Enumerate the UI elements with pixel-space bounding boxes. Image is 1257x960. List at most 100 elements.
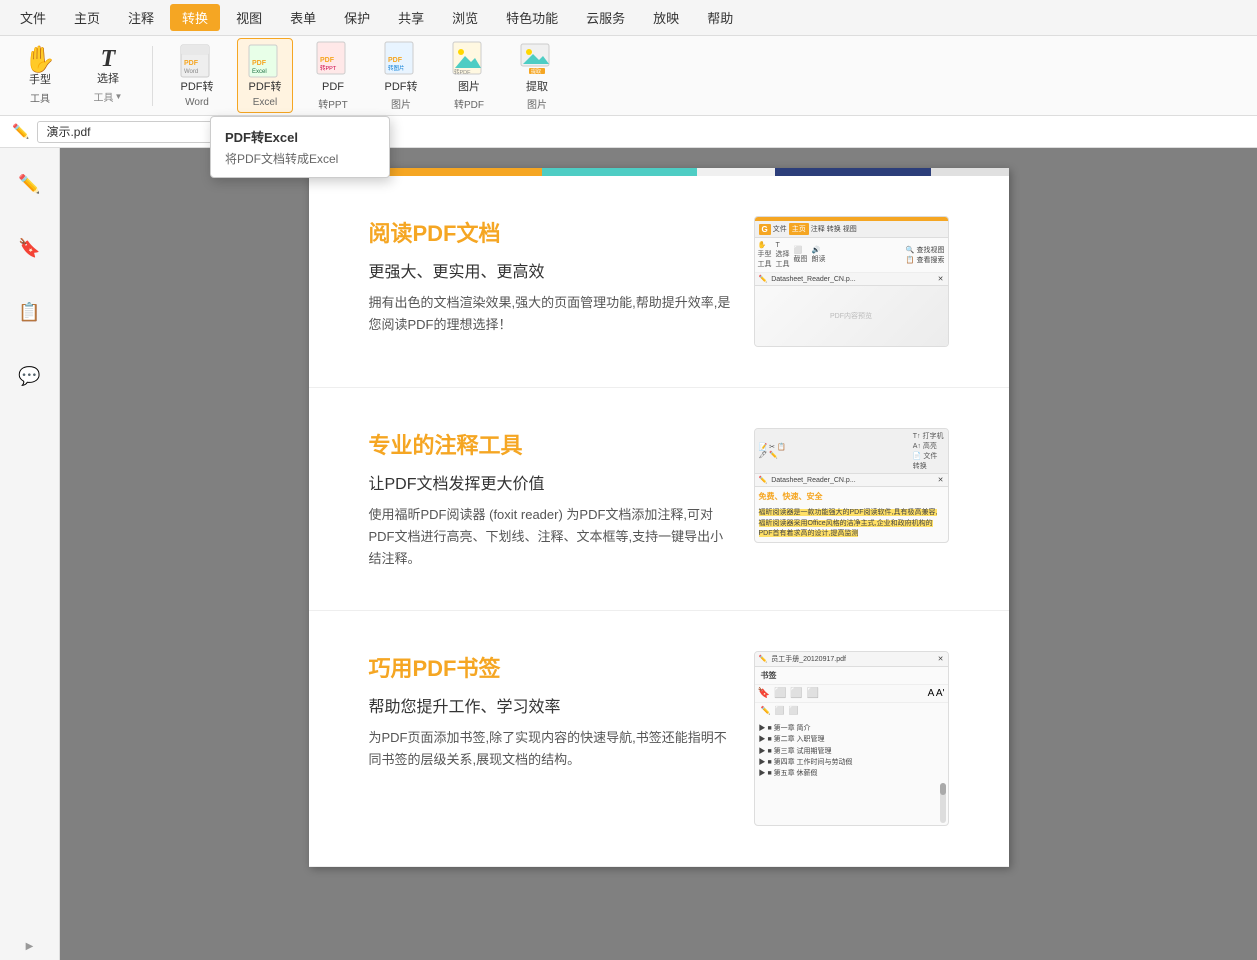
preview3-close-icon: ✕ [938,655,944,663]
bm-icon3: ⬜ [790,688,802,699]
preview2-badge: 免费、快速、安全 [755,487,948,506]
pdf-word-label: PDF转 [181,81,214,94]
extract-image-button[interactable]: 提取 提取 图片 [509,36,565,115]
pdf-to-ppt-button[interactable]: PDF 转PPT PDF 转PPT [305,36,361,115]
svg-text:提取: 提取 [531,68,541,75]
svg-text:转PPT: 转PPT [320,64,337,72]
sidebar-collapse-arrow[interactable]: ▶ [26,941,34,952]
bm-item-1: ▶ ■ 第一章 简介 [759,723,944,734]
preview2-highlight: 福昕阅读器是一款功能强大的PDF阅读软件,具有极高兼容,福昕阅读器采用Offic… [759,509,938,537]
pdf-to-excel-button[interactable]: PDF Excel PDF转 Excel [237,38,293,112]
bm-icon2: ⬜ [774,688,786,699]
preview2-pencil-icon: ✏️ [759,476,768,484]
sidebar-edit-btn[interactable]: ✏️ [6,160,54,208]
preview-read-placeholder: PDF内容预览 [830,311,872,321]
preview-find: 🔍 查找视图📋 查看搜索 [906,245,945,265]
preview2-content: 福昕阅读器是一款功能强大的PDF阅读软件,具有极高兼容,福昕阅读器采用Offic… [755,506,948,542]
pdf-color-bar [309,168,1009,176]
sidebar-bookmark-btn[interactable]: 🔖 [6,224,54,272]
preview3-pencil-icon: ✏️ [759,655,768,663]
preview2-filename: Datasheet_Reader_CN.p... [771,477,855,484]
preview3-bookmark-tree: ▶ ■ 第一章 简介 ▶ ■ 第二章 入职管理 ▶ ■ 第三章 试用期管理 ▶ … [755,721,948,781]
menu-features[interactable]: 特色功能 [494,4,570,31]
preview-screenshot: ⬜截图 [794,246,808,264]
hand-tool-label: 手型 [29,74,51,87]
preview-annotate: 📝 ✂ 📋🖊 ✏️ T↑ 打字机A↑ 高亮📄 文件转换 ✏️ Datasheet… [754,428,949,543]
menu-protect[interactable]: 保护 [332,4,382,31]
pdf-to-image-button[interactable]: PDF 转图片 PDF转 图片 [373,36,429,115]
bookmark-body: 为PDF页面添加书签,除了实现内容的快速导航,书签还能指明不同书签的层级关系,展… [369,727,734,771]
section-annotate-text: 专业的注释工具 让PDF文档发挥更大价值 使用福昕PDF阅读器 (foxit r… [369,428,734,570]
read-title: 阅读PDF文档 [369,216,734,248]
preview3-sidebar-icons: ✏️ ⬜ ⬜ [761,706,942,715]
preview-filename: Datasheet_Reader_CN.p... [771,276,855,283]
bm-icon4: ⬜ [807,688,819,699]
image-pdf-sub: 转PDF [454,96,484,111]
select-tool-button[interactable]: T 选择 工具 ▼ [80,43,136,107]
select-dropdown[interactable]: 工具 ▼ [94,89,123,104]
bm-item-2: ▶ ■ 第二章 入职管理 [759,734,944,745]
select-tool-label: 选择 [97,73,119,86]
toolbar: ✋ 手型 工具 T 选择 工具 ▼ PDF Word PDF转 Word PDF… [0,36,1257,116]
svg-text:PDF: PDF [184,60,199,67]
annotate-body: 使用福昕PDF阅读器 (foxit reader) 为PDF文档添加注释,可对P… [369,504,734,570]
menu-view[interactable]: 视图 [224,4,274,31]
preview2-right: T↑ 打字机A↑ 高亮📄 文件转换 [913,431,944,471]
bookmark-title: 巧用PDF书签 [369,651,734,683]
menu-convert[interactable]: 转换 [170,4,220,31]
sidebar-pages-btn[interactable]: 📋 [6,288,54,336]
annotate-subtitle: 让PDF文档发挥更大价值 [369,470,734,494]
foxit-logo: G [759,224,771,235]
pdf-image-label: PDF转 [385,81,418,94]
select-icon: T [101,47,116,71]
menu-annotate[interactable]: 注释 [116,4,166,31]
svg-text:转PDF: 转PDF [454,68,471,76]
preview-pencil-icon: ✏️ [759,275,768,283]
preview-view-menu: 视图 [843,224,857,234]
image-to-pdf-button[interactable]: 转PDF 图片 转PDF [441,36,497,115]
preview-annot-menu: 注释 [811,224,825,234]
bm-icon1: 🔖 [758,688,770,699]
menu-present[interactable]: 放映 [641,4,691,31]
preview3-filename: 员工手册_20120917.pdf [771,654,846,664]
menu-form[interactable]: 表单 [278,4,328,31]
menu-share[interactable]: 共享 [386,4,436,31]
bm-sidebar-icon3: ⬜ [788,706,798,715]
pdf-image-icon: PDF 转图片 [383,40,419,79]
svg-text:PDF: PDF [320,57,335,64]
menu-help[interactable]: 帮助 [695,4,745,31]
color-teal [542,168,698,176]
extract-image-icon: 提取 [519,40,555,79]
toolbar-sep-1 [152,46,153,106]
preview-file-menu: 文件 [773,224,787,234]
preview3-scrollbar-track [940,783,946,823]
menu-home[interactable]: 主页 [62,4,112,31]
color-gray [931,168,1009,176]
menu-file[interactable]: 文件 [8,4,58,31]
hand-icon: ✋ [24,46,56,72]
pdf-word-svg: PDF Word [179,43,215,79]
svg-text:PDF: PDF [388,57,403,64]
preview2-filename-bar: ✏️ Datasheet_Reader_CN.p... ✕ [755,474,948,487]
color-navy [775,168,931,176]
sidebar-comment-btn[interactable]: 💬 [6,352,54,400]
preview-right-tools: 🔍 查找视图📋 查看搜索 [906,245,945,265]
hand-tool-button[interactable]: ✋ 手型 工具 [12,42,68,108]
content-area: 阅读PDF文档 更强大、更实用、更高效 拥有出色的文档渲染效果,强大的页面管理功… [60,148,1257,960]
image-pdf-svg: 转PDF [451,40,487,76]
pdf-excel-tooltip: PDF转Excel 将PDF文档转成Excel [210,116,390,178]
preview3-sidebar-row: ✏️ ⬜ ⬜ [755,703,948,721]
menu-browse[interactable]: 浏览 [440,4,490,31]
menu-cloud[interactable]: 云服务 [574,4,637,31]
section-bookmark-text: 巧用PDF书签 帮助您提升工作、学习效率 为PDF页面添加书签,除了实现内容的快… [369,651,734,771]
pdf-section-bookmark: 巧用PDF书签 帮助您提升工作、学习效率 为PDF页面添加书签,除了实现内容的快… [309,611,1009,867]
section-bookmark-inner: 巧用PDF书签 帮助您提升工作、学习效率 为PDF页面添加书签,除了实现内容的快… [369,651,949,826]
edit-icon: ✏️ [12,123,29,140]
bm-item-3: ▶ ■ 第三章 试用期管理 [759,746,944,757]
preview3-scrollbar [755,781,948,825]
section-read-inner: 阅读PDF文档 更强大、更实用、更高效 拥有出色的文档渲染效果,强大的页面管理功… [369,216,949,347]
extract-sub: 图片 [527,96,547,111]
preview-filename-bar: ✏️ Datasheet_Reader_CN.p... ✕ [755,273,948,286]
preview-tools-row: ✋手型工具 T选择工具 ⬜截图 🔊朗读 🔍 查找视图📋 查看搜索 [755,238,948,273]
pdf-to-word-button[interactable]: PDF Word PDF转 Word [169,39,225,111]
